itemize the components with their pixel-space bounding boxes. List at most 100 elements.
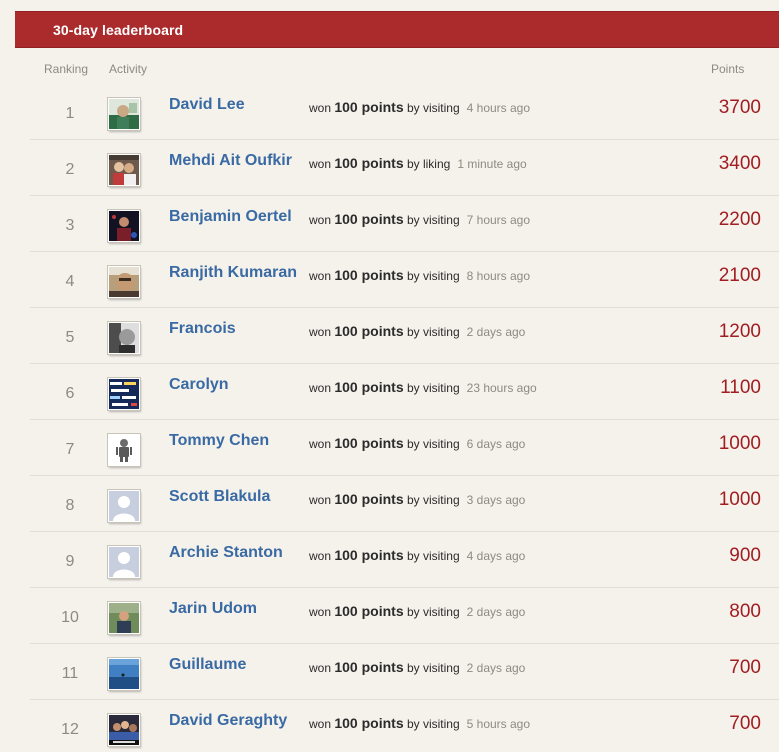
- rank-number: 8: [65, 497, 75, 514]
- activity-time: 3 days ago: [466, 493, 526, 507]
- points-value: 800: [729, 601, 761, 622]
- activity-points: 100 points: [334, 603, 404, 619]
- activity-won: won: [309, 381, 332, 395]
- activity-text: won 100 points by visiting 4 hours ago: [309, 99, 530, 115]
- activity-action: by visiting: [406, 549, 460, 563]
- rank-number: 3: [65, 217, 75, 234]
- avatar[interactable]: [108, 602, 140, 634]
- activity-won: won: [309, 493, 332, 507]
- avatar-image: [109, 491, 139, 521]
- points-value: 2100: [718, 265, 761, 286]
- activity-points: 100 points: [334, 323, 404, 339]
- avatar[interactable]: [108, 98, 140, 130]
- activity-points: 100 points: [334, 379, 404, 395]
- activity-text: won 100 points by visiting 2 days ago: [309, 323, 525, 339]
- leaderboard-header: 30-day leaderboard: [15, 11, 779, 48]
- activity-text: won 100 points by liking 1 minute ago: [309, 155, 527, 171]
- user-name-link[interactable]: David Lee: [169, 96, 245, 114]
- activity-text: won 100 points by visiting 7 hours ago: [309, 211, 530, 227]
- avatar[interactable]: [108, 322, 140, 354]
- avatar[interactable]: [108, 154, 140, 186]
- activity-action: by visiting: [406, 213, 460, 227]
- activity-time: 2 days ago: [466, 661, 526, 675]
- activity-action: by visiting: [406, 269, 460, 283]
- activity-won: won: [309, 717, 332, 731]
- avatar[interactable]: [108, 658, 140, 690]
- avatar[interactable]: [108, 714, 140, 746]
- activity-action: by liking: [406, 157, 451, 171]
- points-value: 1100: [720, 377, 761, 398]
- avatar[interactable]: [108, 490, 140, 522]
- activity-action: by visiting: [406, 661, 460, 675]
- avatar-image: [109, 155, 139, 185]
- avatar-image: [109, 379, 139, 409]
- points-value: 900: [729, 545, 761, 566]
- leaderboard-row: 5 Francois won 100 points by visiting 2 d…: [30, 308, 779, 364]
- activity-time: 23 hours ago: [466, 381, 537, 395]
- activity-action: by visiting: [406, 381, 460, 395]
- leaderboard-row: 11 Guillaume won 100 points by visiting 2…: [30, 644, 779, 700]
- activity-time: 7 hours ago: [466, 213, 531, 227]
- points-value: 1000: [718, 489, 761, 510]
- activity-points: 100 points: [334, 211, 404, 227]
- activity-action: by visiting: [406, 717, 460, 731]
- points-value: 700: [729, 713, 761, 734]
- user-name-link[interactable]: Ranjith Kumaran: [169, 264, 297, 282]
- avatar[interactable]: [108, 210, 140, 242]
- leaderboard-row: 2 Mehdi Ait Oufkir won 100 points by lik…: [30, 140, 779, 196]
- avatar[interactable]: [108, 266, 140, 298]
- rank-number: 10: [61, 609, 79, 626]
- activity-time: 4 hours ago: [466, 101, 531, 115]
- activity-won: won: [309, 157, 332, 171]
- user-name-link[interactable]: Jarin Udom: [169, 600, 257, 618]
- activity-time: 5 hours ago: [466, 717, 531, 731]
- activity-action: by visiting: [406, 605, 460, 619]
- points-value: 1000: [718, 433, 761, 454]
- activity-points: 100 points: [334, 99, 404, 115]
- activity-action: by visiting: [406, 493, 460, 507]
- column-points: Points: [711, 62, 745, 76]
- activity-won: won: [309, 605, 332, 619]
- user-name-link[interactable]: Mehdi Ait Oufkir: [169, 152, 292, 170]
- leaderboard-row: 1 David Lee won 100 points by visiting 4 …: [30, 84, 779, 140]
- activity-time: 1 minute ago: [457, 157, 527, 171]
- user-name-link[interactable]: Scott Blakula: [169, 488, 270, 506]
- points-value: 1200: [718, 321, 761, 342]
- user-name-link[interactable]: Tommy Chen: [169, 432, 269, 450]
- user-name-link[interactable]: David Geraghty: [169, 712, 287, 730]
- activity-won: won: [309, 269, 332, 283]
- user-name-link[interactable]: Carolyn: [169, 376, 229, 394]
- avatar-image: [109, 99, 139, 129]
- activity-won: won: [309, 101, 332, 115]
- points-value: 3700: [718, 97, 761, 118]
- avatar-image: [109, 267, 139, 297]
- activity-won: won: [309, 661, 332, 675]
- user-name-link[interactable]: Archie Stanton: [169, 544, 283, 562]
- avatar-image: [109, 603, 139, 633]
- activity-text: won 100 points by visiting 4 days ago: [309, 547, 525, 563]
- activity-points: 100 points: [334, 267, 404, 283]
- user-name-link[interactable]: Francois: [169, 320, 236, 338]
- activity-action: by visiting: [406, 437, 460, 451]
- points-value: 2200: [718, 209, 761, 230]
- activity-time: 6 days ago: [466, 437, 526, 451]
- leaderboard-row: 6 Carolyn won 100 points by visiting 23 h…: [30, 364, 779, 420]
- user-name-link[interactable]: Benjamin Oertel: [169, 208, 292, 226]
- user-name-link[interactable]: Guillaume: [169, 656, 246, 674]
- activity-text: won 100 points by visiting 3 days ago: [309, 491, 525, 507]
- activity-time: 2 days ago: [466, 325, 526, 339]
- avatar[interactable]: [108, 546, 140, 578]
- activity-text: won 100 points by visiting 2 days ago: [309, 603, 525, 619]
- activity-action: by visiting: [406, 325, 460, 339]
- rank-number: 11: [61, 665, 79, 682]
- avatar[interactable]: [108, 434, 140, 466]
- rank-number: 1: [65, 105, 75, 122]
- activity-text: won 100 points by visiting 8 hours ago: [309, 267, 530, 283]
- leaderboard-list: 1 David Lee won 100 points by visiting 4 …: [30, 84, 779, 752]
- avatar-image: [109, 211, 139, 241]
- avatar[interactable]: [108, 378, 140, 410]
- leaderboard-title: 30-day leaderboard: [53, 22, 184, 38]
- activity-points: 100 points: [334, 155, 404, 171]
- activity-won: won: [309, 325, 332, 339]
- avatar-image: [109, 547, 139, 577]
